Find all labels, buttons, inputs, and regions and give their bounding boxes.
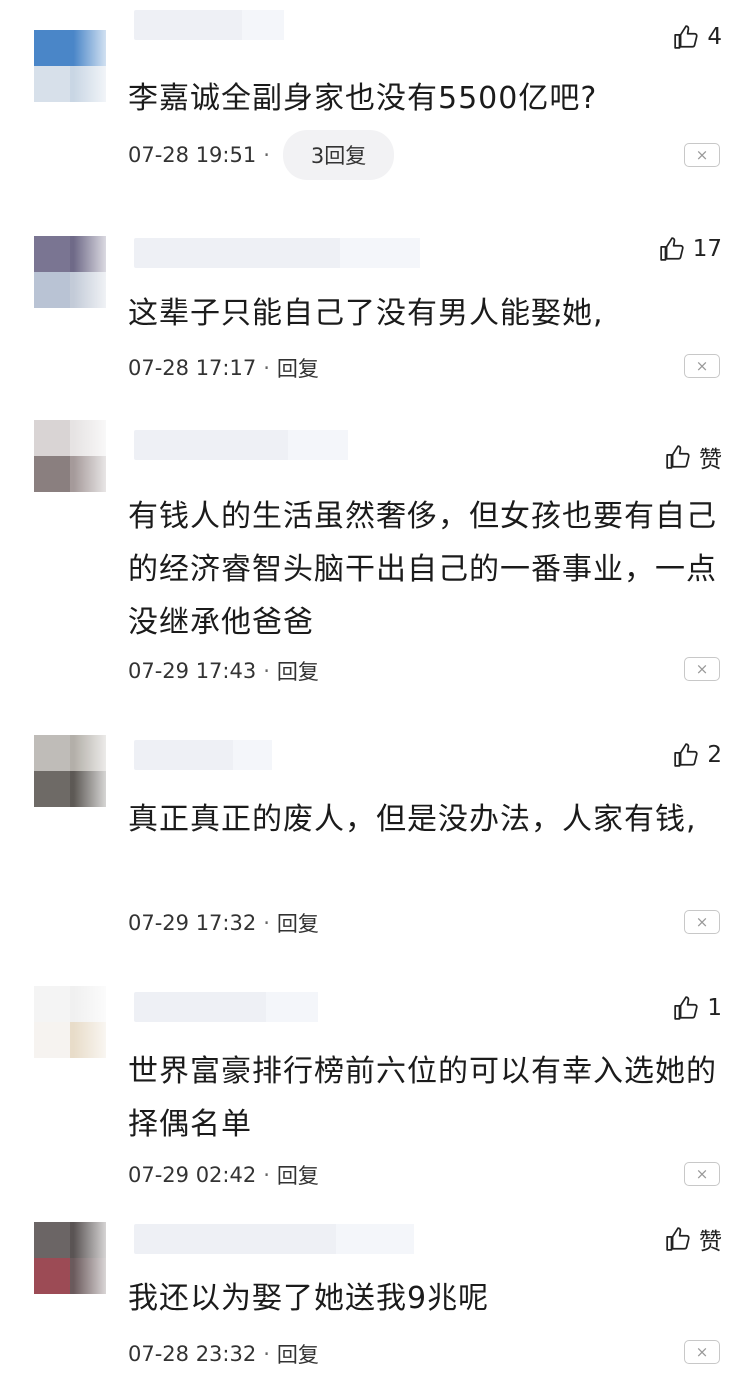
comment-meta: 07-28 17:17 · 回复: [128, 353, 319, 383]
comment-text: 我还以为娶了她送我9兆呢: [128, 1281, 490, 1316]
dismiss-button[interactable]: ×: [684, 657, 720, 681]
like-label: 赞: [699, 447, 722, 473]
comment-text: 真正真正的废人，但是没办法，人家有钱,: [128, 802, 697, 837]
reply-button[interactable]: 回复: [277, 1339, 319, 1369]
dismiss-button[interactable]: ×: [684, 143, 720, 167]
comment-text: 有钱人的生活虽然奢侈，但女孩也要有自己的经济睿智头脑干出自己的一番事业，一点没继…: [128, 499, 717, 640]
avatar[interactable]: [34, 1222, 106, 1294]
close-icon: ×: [695, 1164, 709, 1183]
comment-text: 这辈子只能自己了没有男人能娶她,: [128, 296, 604, 331]
avatar[interactable]: [34, 30, 106, 102]
close-icon: ×: [695, 659, 709, 678]
username-blurred: [134, 1224, 414, 1254]
separator-dot: ·: [263, 1163, 270, 1187]
comment-text: 世界富豪排行榜前六位的可以有幸入选她的择偶名单: [128, 1054, 717, 1142]
comment-meta: 07-28 19:51 · 3回复: [128, 130, 395, 180]
username-blurred: [134, 430, 348, 460]
avatar[interactable]: [34, 420, 106, 492]
timestamp: 07-28 19:51: [128, 143, 257, 167]
timestamp: 07-28 23:32: [128, 1342, 257, 1366]
timestamp: 07-29 17:43: [128, 659, 257, 683]
username-blurred: [134, 10, 284, 40]
separator-dot: ·: [263, 143, 270, 167]
like-button[interactable]: 4: [673, 24, 722, 50]
separator-dot: ·: [263, 356, 270, 380]
thumbs-up-icon: [666, 1227, 690, 1251]
like-count: 2: [707, 742, 722, 768]
like-button[interactable]: 1: [673, 995, 722, 1021]
timestamp: 07-29 17:32: [128, 911, 257, 935]
thumbs-up-icon: [666, 445, 690, 469]
like-count: 1: [707, 995, 722, 1021]
like-button[interactable]: 2: [673, 742, 722, 768]
dismiss-button[interactable]: ×: [684, 354, 720, 378]
reply-button[interactable]: 回复: [277, 656, 319, 686]
avatar[interactable]: [34, 236, 106, 308]
separator-dot: ·: [263, 911, 270, 935]
like-button[interactable]: 赞: [665, 440, 722, 474]
separator-dot: ·: [263, 659, 270, 683]
reply-button[interactable]: 回复: [277, 908, 319, 938]
thumbs-up-icon: [674, 996, 699, 1020]
comment-meta: 07-28 23:32 · 回复: [128, 1339, 319, 1369]
thumbs-up-icon: [674, 25, 699, 49]
close-icon: ×: [695, 356, 709, 375]
username-blurred: [134, 992, 318, 1022]
comment-meta: 07-29 02:42 · 回复: [128, 1160, 319, 1190]
dismiss-button[interactable]: ×: [684, 910, 720, 934]
avatar[interactable]: [34, 735, 106, 807]
dismiss-button[interactable]: ×: [684, 1340, 720, 1364]
thumbs-up-icon: [674, 743, 699, 767]
close-icon: ×: [695, 1342, 709, 1361]
thumbs-up-icon: [660, 237, 684, 261]
reply-button[interactable]: 回复: [277, 353, 319, 383]
comments-page: { "comments": [ {"likes":"4","text":"李嘉诚…: [0, 0, 752, 1387]
like-label: 赞: [699, 1229, 722, 1255]
reply-button[interactable]: 回复: [277, 1160, 319, 1190]
timestamp: 07-28 17:17: [128, 356, 257, 380]
avatar[interactable]: [34, 986, 106, 1058]
like-button[interactable]: 赞: [665, 1222, 722, 1256]
replies-button[interactable]: 3回复: [282, 130, 395, 180]
like-button[interactable]: 17: [659, 236, 722, 262]
timestamp: 07-29 02:42: [128, 1163, 257, 1187]
separator-dot: ·: [263, 1342, 270, 1366]
like-count: 4: [707, 24, 722, 50]
comment-text: 李嘉诚全副身家也没有5500亿吧?: [128, 81, 598, 116]
like-count: 17: [692, 236, 722, 262]
username-blurred: [134, 238, 420, 268]
username-blurred: [134, 740, 272, 770]
comment-meta: 07-29 17:32 · 回复: [128, 908, 319, 938]
dismiss-button[interactable]: ×: [684, 1162, 720, 1186]
close-icon: ×: [695, 145, 709, 164]
close-icon: ×: [695, 912, 709, 931]
comment-meta: 07-29 17:43 · 回复: [128, 656, 319, 686]
